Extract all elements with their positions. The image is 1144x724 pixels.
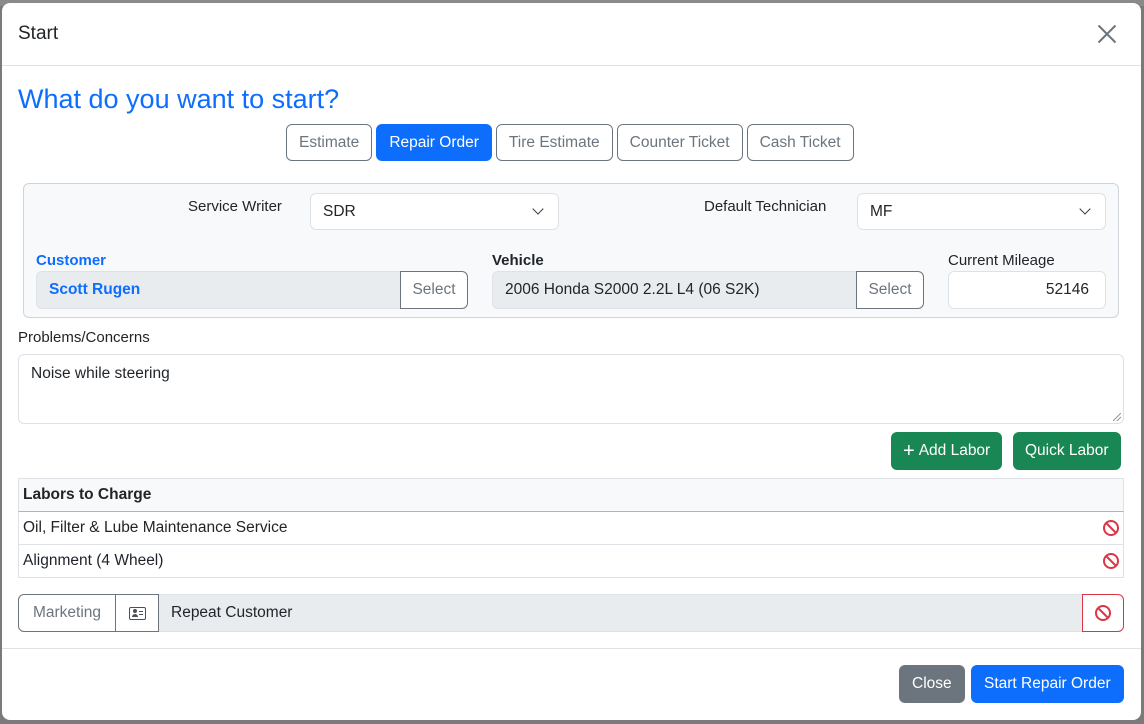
table-row: Oil, Filter & Lube Maintenance Service [18,512,1124,545]
problems-textarea[interactable]: Noise while steering [18,354,1124,424]
marketing-input-group: Marketing Repeat Customer [18,594,1124,632]
add-labor-label: Add Labor [918,442,991,459]
headline: What do you want to start? [18,84,340,114]
service-writer-value: SDR [323,202,356,220]
mileage-input[interactable]: 52146 [948,271,1106,309]
vehicle-label: Vehicle [492,252,544,269]
labor-name: Alignment (4 Wheel) [23,552,164,569]
vehicle-select-button[interactable]: Select [856,271,924,309]
marketing-button[interactable]: Marketing [18,594,116,632]
add-labor-button[interactable]: + Add Labor [891,432,1003,470]
quick-labor-button[interactable]: Quick Labor [1013,432,1121,470]
mileage-label: Current Mileage [948,252,1055,269]
tab-estimate[interactable]: Estimate [286,124,373,161]
marketing-card-button[interactable] [116,594,159,632]
vehicle-value: 2006 Honda S2000 2.2L L4 (06 S2K) [492,271,856,309]
start-repair-order-button[interactable]: Start Repair Order [971,665,1124,703]
remove-labor-icon[interactable] [1103,553,1119,569]
info-panel: Service Writer SDR Default Technician MF… [23,183,1119,318]
labors-table-header: Labors to Charge [18,478,1124,512]
tab-cash-ticket[interactable]: Cash Ticket [746,124,854,161]
close-icon[interactable] [1095,22,1119,46]
chevron-down-icon [1079,203,1091,215]
start-modal: Start What do you want to start? Estimat… [2,3,1141,720]
labors-header-label: Labors to Charge [23,486,152,503]
remove-labor-icon[interactable] [1103,520,1119,536]
customer-label[interactable]: Customer [36,252,106,269]
marketing-value: Repeat Customer [159,594,1082,632]
tab-repair-order[interactable]: Repair Order [376,124,492,161]
service-writer-label: Service Writer [188,198,282,215]
customer-input-group: Scott Rugen Select [36,271,468,309]
problems-label: Problems/Concerns [18,329,150,346]
default-technician-value: MF [870,202,893,220]
vehicle-input-group: 2006 Honda S2000 2.2L L4 (06 S2K) Select [492,271,924,309]
tab-counter-ticket[interactable]: Counter Ticket [616,124,743,161]
problems-value: Noise while steering [31,365,170,382]
customer-select-button[interactable]: Select [400,271,468,309]
ban-icon [1095,605,1111,621]
marketing-remove-button[interactable] [1082,594,1124,632]
modal-header: Start [2,3,1141,66]
table-row: Alignment (4 Wheel) [18,545,1124,578]
close-button[interactable]: Close [899,665,965,703]
person-card-icon [128,606,146,620]
tab-tire-estimate[interactable]: Tire Estimate [495,124,613,161]
customer-value[interactable]: Scott Rugen [36,271,400,309]
service-writer-select[interactable]: SDR [310,193,559,230]
start-type-tabs: Estimate Repair Order Tire Estimate Coun… [286,124,854,161]
modal-title: Start [18,23,59,44]
labors-table: Labors to Charge Oil, Filter & Lube Main… [18,478,1124,578]
modal-footer: Close Start Repair Order [2,648,1141,720]
resize-handle[interactable] [1113,413,1121,421]
default-technician-select[interactable]: MF [857,193,1106,230]
default-technician-label: Default Technician [704,198,827,215]
plus-icon: + [903,440,915,462]
labor-name: Oil, Filter & Lube Maintenance Service [23,519,288,536]
chevron-down-icon [532,203,544,215]
